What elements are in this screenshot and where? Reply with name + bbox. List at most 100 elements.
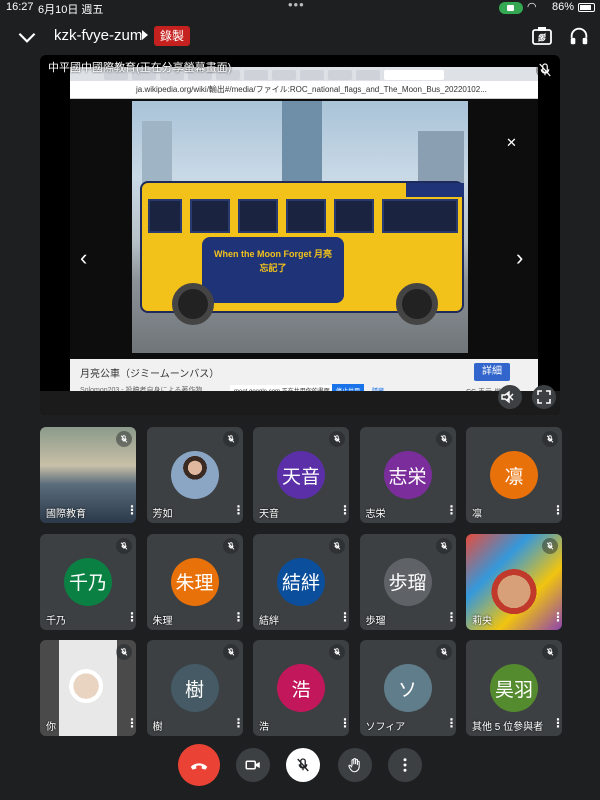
mic-off-icon: [222, 537, 239, 554]
recording-badge: 錄製: [154, 26, 191, 46]
mic-off-icon: [435, 537, 452, 554]
hand-icon: [348, 757, 360, 773]
participant-avatar: 朱理: [170, 557, 219, 606]
camera-toggle-button[interactable]: [236, 748, 270, 782]
mute-presentation-button[interactable]: [498, 385, 522, 409]
participant-menu-icon[interactable]: ⋮: [339, 503, 349, 517]
participant-grid: 國際教育 ⋮ 芳如 ⋮ 天音 天音 ⋮ 志栄 志栄 ⋮ 凛凛 ⋮ 千乃 千乃 ⋮ 朱理 朱理 ⋮ 結絆 結絆 ⋮ 歩瑠 歩瑠…: [40, 427, 562, 737]
mic-off-icon: [222, 644, 239, 660]
bus-windshield: [382, 199, 458, 233]
hang-up-icon: [190, 763, 208, 770]
browser-tab: [244, 70, 268, 80]
participant-avatar: 凛: [490, 451, 538, 499]
details-button[interactable]: 詳細: [474, 363, 510, 381]
multitask-dots-icon[interactable]: •••: [288, 0, 305, 12]
participant-tile[interactable]: 歩瑠 歩瑠 ⋮: [359, 533, 456, 630]
bus-photo: When the Moon Forget 月亮忘記了: [132, 101, 468, 353]
participant-menu-icon[interactable]: ⋮: [552, 716, 562, 730]
presenter-mic-off-icon: [536, 61, 554, 79]
end-call-button[interactable]: [178, 744, 220, 786]
participant-tile[interactable]: 浩浩 ⋮: [253, 640, 349, 736]
participant-name: ソフィア: [365, 722, 406, 733]
mic-off-icon: [435, 431, 452, 447]
participant-tile[interactable]: 你 ⋮: [40, 640, 136, 736]
participant-name: 莉央: [472, 615, 492, 627]
viewer-next-icon[interactable]: ›: [516, 245, 523, 271]
participant-name: 你: [46, 722, 56, 733]
participant-name: 千乃: [46, 615, 66, 627]
bus-wheel: [396, 283, 438, 325]
bus-graphic-panel: When the Moon Forget 月亮忘記了: [202, 237, 344, 303]
participant-menu-icon[interactable]: ⋮: [126, 716, 136, 730]
participant-menu-icon[interactable]: ⋮: [339, 716, 349, 730]
viewer-prev-icon[interactable]: ‹: [80, 245, 87, 271]
bus-route-sign: [406, 183, 464, 197]
switch-camera-icon[interactable]: [530, 24, 554, 48]
participant-tile[interactable]: 莉央 ⋮: [466, 533, 562, 630]
call-controls: [0, 744, 600, 794]
participant-tile[interactable]: 千乃 千乃 ⋮: [40, 533, 136, 630]
participant-name: 志栄: [365, 509, 386, 520]
presentation-tile[interactable]: ja.wikipedia.org/wiki/輸出#/media/ファイル:ROC…: [40, 55, 560, 415]
participant-name: 浩: [259, 722, 269, 733]
participant-tile[interactable]: 國際教育 ⋮: [40, 427, 136, 523]
battery-percent: 86%: [552, 1, 575, 13]
participant-menu-icon[interactable]: ⋮: [339, 610, 349, 624]
participant-tile[interactable]: 天音 天音 ⋮: [253, 427, 349, 523]
participant-tile[interactable]: 昊羽 其他 5 位參與者 ⋮: [466, 640, 562, 736]
shared-browser-window: ja.wikipedia.org/wiki/輸出#/media/ファイル:ROC…: [70, 67, 538, 403]
participant-menu-icon[interactable]: ⋮: [552, 610, 562, 624]
mic-off-icon: [329, 644, 345, 660]
meeting-info-caret-icon[interactable]: [142, 30, 148, 40]
participant-name: 芳如: [152, 509, 173, 520]
participant-menu-icon[interactable]: ⋮: [233, 610, 243, 624]
browser-tab: [272, 70, 296, 80]
participant-tile[interactable]: 芳如 ⋮: [146, 427, 243, 523]
participant-avatar: ソ: [383, 664, 432, 712]
video-camera-icon: [245, 760, 260, 770]
participant-menu-icon[interactable]: ⋮: [552, 503, 562, 517]
participant-menu-icon[interactable]: ⋮: [233, 716, 243, 730]
participant-menu-icon[interactable]: ⋮: [446, 610, 456, 624]
mic-off-icon: [116, 644, 132, 660]
participant-menu-icon[interactable]: ⋮: [126, 503, 136, 517]
viewer-close-icon[interactable]: ✕: [506, 135, 517, 151]
mic-off-icon: [329, 431, 345, 447]
more-options-button[interactable]: [388, 748, 422, 782]
mic-off-icon: [116, 537, 132, 554]
camera-indicator-icon: [499, 2, 523, 14]
presentation-label: 中平國中國際教育(正在分享螢幕畫面): [48, 62, 232, 74]
audio-output-icon[interactable]: [568, 24, 590, 48]
media-title: 月亮公車（ジミームーンバス）: [80, 369, 220, 380]
bus-window: [286, 199, 326, 233]
participant-tile[interactable]: 朱理 朱理 ⋮: [146, 533, 243, 630]
participant-menu-icon[interactable]: ⋮: [126, 610, 136, 624]
participant-tile[interactable]: 結絆 結絆 ⋮: [253, 533, 349, 630]
media-viewer: When the Moon Forget 月亮忘記了 ✕ ‹ ›: [70, 99, 538, 359]
participant-name: 其他 5 位參與者: [472, 722, 544, 733]
participant-menu-icon[interactable]: ⋮: [233, 503, 243, 517]
bus-window: [190, 199, 230, 233]
battery-icon: [578, 3, 595, 12]
meeting-top-bar: kzk-fvye-zum 錄製: [0, 18, 600, 54]
moon-bus: When the Moon Forget 月亮忘記了: [140, 181, 464, 325]
participant-tile[interactable]: ソソフィア ⋮: [359, 640, 456, 736]
participant-menu-icon[interactable]: ⋮: [446, 503, 456, 517]
participant-name: 凛: [472, 509, 482, 520]
meeting-code[interactable]: kzk-fvye-zum: [54, 27, 142, 44]
fullscreen-button[interactable]: [532, 385, 556, 409]
participant-menu-icon[interactable]: ⋮: [446, 716, 456, 730]
participant-tile[interactable]: 志栄 志栄 ⋮: [359, 427, 456, 523]
more-vert-icon: [403, 758, 407, 772]
status-date: 6月10日 週五: [38, 4, 104, 16]
collapse-chevron-icon[interactable]: [14, 24, 40, 50]
participant-tile[interactable]: 凛凛 ⋮: [466, 427, 562, 523]
shared-taskbar: [40, 391, 560, 415]
mic-toggle-button[interactable]: [286, 748, 320, 782]
participant-name: 結絆: [259, 615, 279, 627]
wifi-icon: ◠: [527, 1, 537, 13]
raise-hand-button[interactable]: [338, 748, 372, 782]
participant-tile[interactable]: 樹樹 ⋮: [146, 640, 243, 736]
bus-wheel: [172, 283, 214, 325]
status-time: 16:27: [6, 1, 34, 13]
